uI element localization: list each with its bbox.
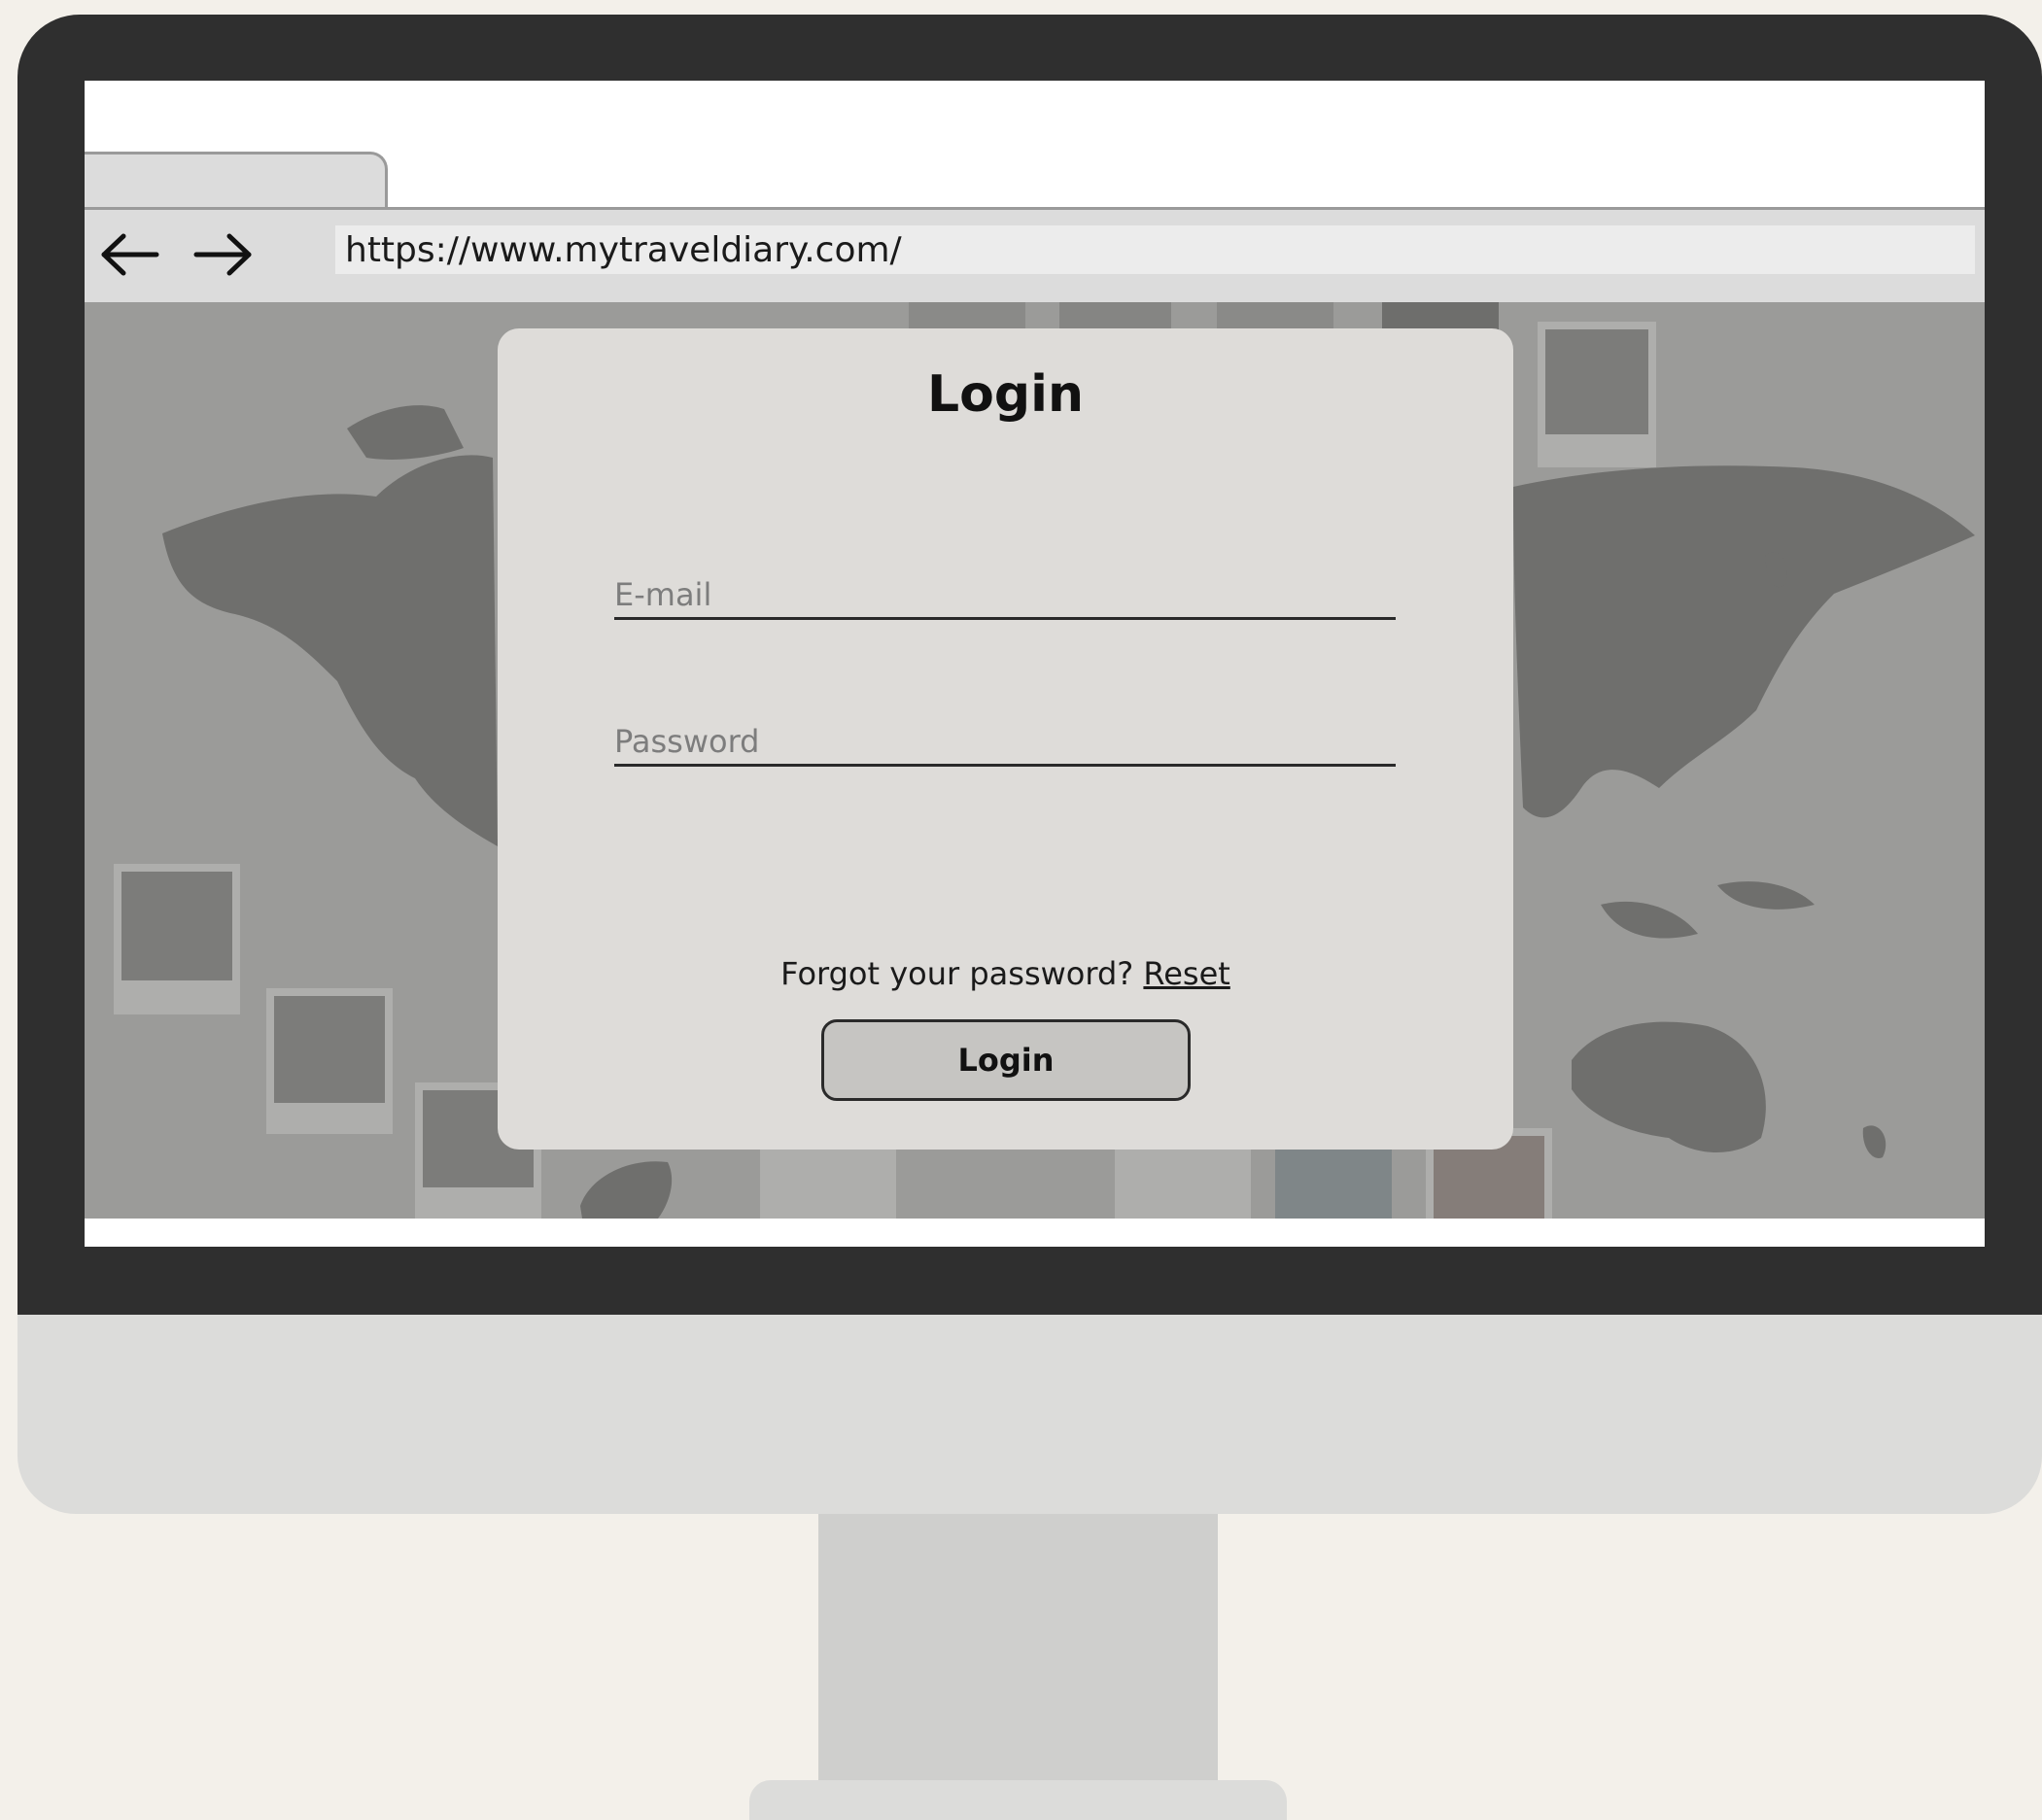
forgot-password-line: Forgot your password? Reset <box>498 955 1513 992</box>
login-button[interactable]: Login <box>821 1019 1191 1101</box>
monitor-base <box>749 1780 1287 1820</box>
login-card: Login Forgot your password? Reset Login <box>498 328 1513 1150</box>
login-title: Login <box>927 365 1084 424</box>
address-bar[interactable]: https://www.mytraveldiary.com/ <box>335 225 1975 274</box>
page-content: Login Forgot your password? Reset Login <box>85 302 1985 1219</box>
reset-password-link[interactable]: Reset <box>1143 955 1229 992</box>
monitor-chin <box>17 1315 2042 1514</box>
browser-tab[interactable] <box>85 152 388 207</box>
address-bar-url: https://www.mytraveldiary.com/ <box>345 229 902 270</box>
email-field[interactable] <box>614 571 1396 620</box>
monitor-stand <box>818 1514 1218 1782</box>
browser-window: https://www.mytraveldiary.com/ Login E-m… <box>85 81 1985 1247</box>
forward-button[interactable] <box>189 227 259 282</box>
back-button[interactable] <box>94 227 164 282</box>
password-field[interactable] <box>614 718 1396 767</box>
arrow-right-icon <box>193 233 252 276</box>
browser-toolbar: https://www.mytraveldiary.com/ <box>85 207 1985 302</box>
forgot-password-text: Forgot your password? <box>780 955 1144 992</box>
arrow-left-icon <box>101 233 159 276</box>
